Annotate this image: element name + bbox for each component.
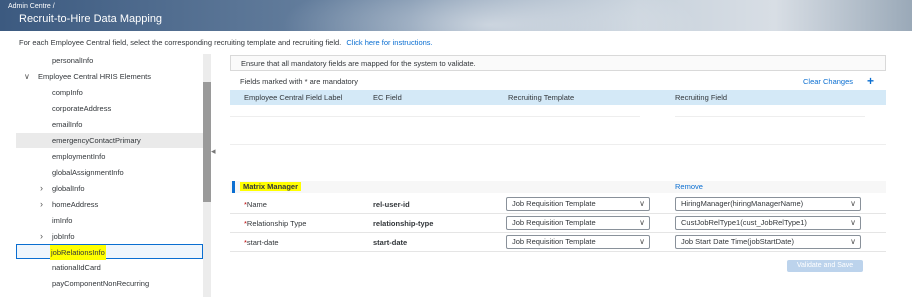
sidebar-item-globalassignmentinfo[interactable]: globalAssignmentInfo	[16, 165, 203, 180]
table-row: *Name rel-user-id Job Requisition Templa…	[230, 195, 886, 214]
sidebar-item-emailinfo[interactable]: emailInfo	[16, 117, 203, 132]
sidebar-item-nationalidcard[interactable]: nationalIdCard	[16, 260, 203, 275]
sidebar-item-label: imInfo	[52, 216, 73, 225]
column-header-recruiting-template: Recruiting Template	[508, 93, 575, 102]
sidebar-item-label: globalInfo	[52, 184, 85, 193]
sidebar-item-personalinfo[interactable]: personalInfo	[16, 53, 203, 68]
recruiting-field-select[interactable]: HiringManager(hiringManagerName) ∨	[675, 197, 861, 211]
info-banner-text: Ensure that all mandatory fields are map…	[241, 59, 476, 68]
sidebar-item-paycomponentnonrecurring[interactable]: payComponentNonRecurring	[16, 276, 203, 291]
group-header-matrix-manager: Matrix Manager Remove	[230, 181, 886, 193]
recruiting-template-select[interactable]: Job Requisition Template ∨	[506, 197, 650, 211]
breadcrumb[interactable]: Admin Centre /	[8, 3, 55, 10]
sidebar-item-homeaddress[interactable]: › homeAddress	[16, 197, 203, 212]
field-label-text: Relationship Type	[246, 219, 307, 228]
sidebar-item-jobrelationsinfo[interactable]: jobRelationsInfo	[16, 244, 203, 260]
sidebar-item-label: homeAddress	[52, 200, 99, 209]
select-value: Job Requisition Template	[512, 199, 596, 208]
column-header-ec-field-label: Employee Central Field Label	[244, 93, 343, 102]
group-title: Matrix Manager	[240, 182, 302, 191]
remove-link[interactable]: Remove	[675, 182, 703, 191]
chevron-down-icon: ∨	[850, 218, 856, 227]
sidebar-item-label: jobRelationsInfo	[50, 245, 106, 260]
select-value: HiringManager(hiringManagerName)	[681, 199, 804, 208]
sidebar-item-iminfo[interactable]: imInfo	[16, 213, 203, 228]
add-icon[interactable]: +	[867, 74, 874, 88]
ec-field: relationship-type	[373, 219, 434, 228]
group-marker	[232, 181, 235, 193]
table-row: *start-date start-date Job Requisition T…	[230, 233, 886, 252]
sidebar-item-label: emergencyContactPrimary	[52, 136, 141, 145]
instructions-text: For each Employee Central field, select …	[19, 38, 433, 47]
info-banner: Ensure that all mandatory fields are map…	[230, 55, 886, 71]
sidebar-item-jobinfo[interactable]: › jobInfo	[16, 229, 203, 244]
chevron-down-icon: ∨	[639, 237, 645, 246]
sidebar-item-label: emailInfo	[52, 120, 83, 129]
field-label: *start-date	[244, 238, 279, 247]
field-label-text: Name	[246, 200, 267, 209]
column-header-ec-field: EC Field	[373, 93, 402, 102]
sidebar-item-label: nationalIdCard	[52, 263, 101, 272]
ec-field: rel-user-id	[373, 200, 410, 209]
mapping-panel: Ensure that all mandatory fields are map…	[230, 53, 886, 297]
page-title: Recruit-to-Hire Data Mapping	[19, 13, 163, 25]
recruiting-field-select[interactable]: Job Start Date Time(jobStartDate) ∨	[675, 235, 861, 249]
validate-and-save-button[interactable]: Validate and Save	[787, 260, 863, 272]
select-value: CustJobRelType1(cust_JobRelType1)	[681, 218, 807, 227]
shell-header: Admin Centre / Recruit-to-Hire Data Mapp…	[0, 0, 912, 31]
chevron-down-icon: ∨	[639, 218, 645, 227]
sidebar-item-employmentinfo[interactable]: employmentInfo	[16, 149, 203, 164]
clear-changes-link[interactable]: Clear Changes	[803, 77, 853, 86]
sidebar-item-globalinfo[interactable]: › globalInfo	[16, 181, 203, 196]
row-divider	[230, 144, 886, 145]
select-value: Job Requisition Template	[512, 218, 596, 227]
recruiting-field-select[interactable]: CustJobRelType1(cust_JobRelType1) ∨	[675, 216, 861, 230]
row-divider	[230, 116, 640, 117]
sidebar-group-ec-hris-elements[interactable]: ∨ Employee Central HRIS Elements	[16, 69, 203, 84]
chevron-right-icon[interactable]: ›	[40, 197, 43, 212]
chevron-down-icon: ∨	[850, 237, 856, 246]
table-header: Employee Central Field Label EC Field Re…	[230, 90, 886, 105]
chevron-right-icon[interactable]: ›	[40, 181, 43, 196]
recruiting-template-select[interactable]: Job Requisition Template ∨	[506, 235, 650, 249]
scrollbar-thumb[interactable]	[203, 82, 211, 202]
instructions-link[interactable]: Click here for instructions.	[346, 38, 432, 47]
sidebar-item-label: payComponentNonRecurring	[52, 279, 150, 288]
sidebar-item-label: jobInfo	[52, 232, 75, 241]
field-label: *Name	[244, 200, 267, 209]
recruiting-template-select[interactable]: Job Requisition Template ∨	[506, 216, 650, 230]
ec-field: start-date	[373, 238, 408, 247]
chevron-down-icon: ∨	[850, 199, 856, 208]
sidebar-item-label: compInfo	[52, 88, 83, 97]
instructions-label: For each Employee Central field, select …	[19, 38, 342, 47]
chevron-down-icon[interactable]: ∨	[24, 69, 30, 84]
sidebar-item-corporateaddress[interactable]: corporateAddress	[16, 101, 203, 116]
sidebar-item-emergencycontactprimary[interactable]: emergencyContactPrimary	[16, 133, 203, 148]
splitter-grip-icon[interactable]: ◂	[211, 146, 217, 156]
sidebar-tree: personalInfo ∨ Employee Central HRIS Ele…	[16, 53, 211, 297]
select-value: Job Start Date Time(jobStartDate)	[681, 237, 794, 246]
blank-mapping-area	[230, 105, 886, 181]
column-header-recruiting-field: Recruiting Field	[675, 93, 728, 102]
sidebar-item-label: corporateAddress	[52, 104, 112, 113]
sidebar-item-label: Employee Central HRIS Elements	[38, 72, 151, 81]
mandatory-note: Fields marked with * are mandatory	[240, 77, 358, 86]
table-row: *Relationship Type relationship-type Job…	[230, 214, 886, 233]
field-label-text: start-date	[246, 238, 279, 247]
field-label: *Relationship Type	[244, 219, 306, 228]
sidebar-item-label: personalInfo	[52, 56, 94, 65]
sidebar-scrollbar[interactable]	[203, 54, 211, 297]
chevron-right-icon[interactable]: ›	[40, 229, 43, 244]
sidebar-item-label: globalAssignmentInfo	[52, 168, 124, 177]
row-divider	[675, 116, 865, 117]
select-value: Job Requisition Template	[512, 237, 596, 246]
sidebar-item-compinfo[interactable]: compInfo	[16, 85, 203, 100]
sidebar-item-label: employmentInfo	[52, 152, 106, 161]
chevron-down-icon: ∨	[639, 199, 645, 208]
